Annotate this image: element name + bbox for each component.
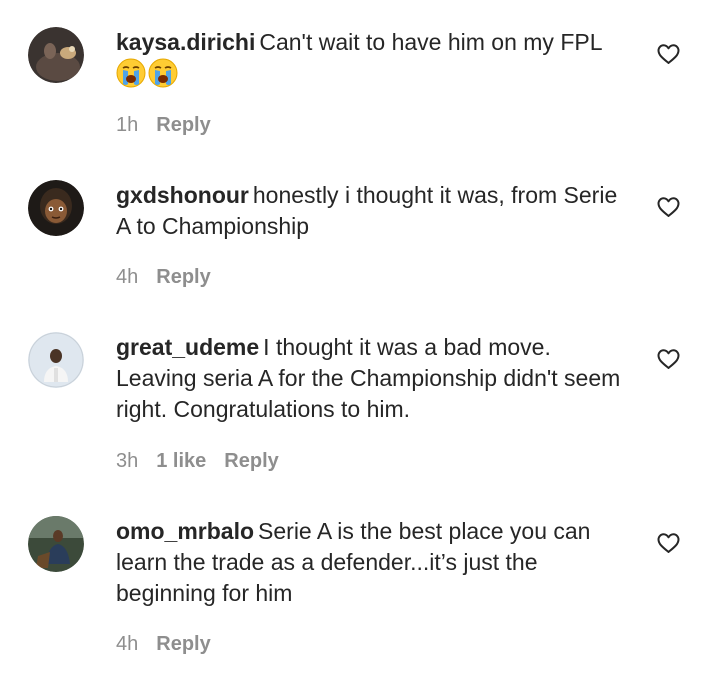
- heart-outline-icon[interactable]: [656, 43, 681, 65]
- reply-button[interactable]: Reply: [156, 633, 210, 655]
- comment-username[interactable]: great_udeme: [116, 334, 259, 360]
- crying-face-emoji: [148, 58, 178, 88]
- reply-button[interactable]: Reply: [224, 450, 278, 472]
- comment-text: omo_mrbalo Serie A is the best place you …: [116, 516, 631, 609]
- heart-outline-icon[interactable]: [656, 196, 681, 218]
- comment-meta: 4h Reply: [116, 632, 229, 656]
- avatar[interactable]: [28, 516, 84, 572]
- heart-outline-icon[interactable]: [656, 532, 681, 554]
- avatar[interactable]: [28, 180, 84, 236]
- likes-count[interactable]: 1 like: [156, 450, 206, 472]
- comment-time: 3h: [116, 450, 139, 472]
- avatar[interactable]: [28, 332, 84, 388]
- crying-face-emoji: [116, 58, 146, 88]
- comment-username[interactable]: gxdshonour: [116, 182, 249, 208]
- comment-meta: 3h 1 like Reply: [116, 449, 297, 473]
- comment-meta: 1h Reply: [116, 113, 229, 137]
- comment-text: gxdshonour honestly i thought it was, fro…: [116, 180, 631, 242]
- comment-time: 4h: [116, 266, 139, 288]
- comment-username[interactable]: kaysa.dirichi: [116, 29, 255, 55]
- comment-time: 4h: [116, 633, 139, 655]
- comment-time: 1h: [116, 114, 139, 136]
- comment-body: Can't wait to have him on my FPL: [259, 29, 603, 55]
- comment-text: kaysa.dirichi Can't wait to have him on m…: [116, 27, 631, 90]
- comment-text: great_udeme I thought it was a bad move. …: [116, 332, 631, 425]
- reply-button[interactable]: Reply: [156, 266, 210, 288]
- heart-outline-icon[interactable]: [656, 348, 681, 370]
- avatar[interactable]: [28, 27, 84, 83]
- reply-button[interactable]: Reply: [156, 114, 210, 136]
- comment-meta: 4h Reply: [116, 265, 229, 289]
- comment-username[interactable]: omo_mrbalo: [116, 518, 254, 544]
